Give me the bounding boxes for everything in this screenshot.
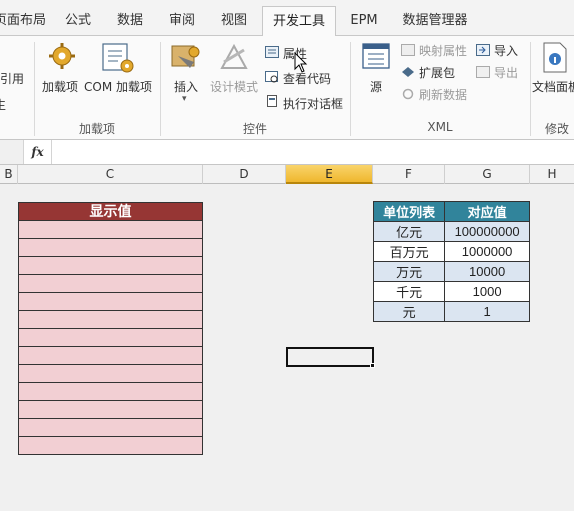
table-row: 元 1 [372, 301, 530, 322]
active-cell-selection[interactable] [286, 347, 374, 367]
col-header-c[interactable]: C [18, 165, 203, 184]
ribbon-panel: 引用 生 加载项 COM 加载项 加载项 插入 ▾ 设计模式 属性 查看代码 执… [0, 36, 574, 140]
xml-source-icon [362, 43, 390, 69]
display-value-cell[interactable] [18, 221, 203, 239]
import-icon [476, 44, 490, 56]
expansion-pack-icon [402, 67, 414, 77]
insert-controls-icon [171, 45, 200, 68]
display-value-cell[interactable] [18, 329, 203, 347]
ribbon-cut-text-1[interactable]: 引用 [0, 70, 24, 87]
group-label-addins: 加载项 [78, 122, 115, 136]
value-header[interactable]: 对应值 [444, 201, 530, 222]
refresh-data-icon [402, 88, 414, 100]
design-mode-icon [220, 43, 248, 69]
display-value-cell[interactable] [18, 437, 203, 455]
display-value-cell[interactable] [18, 257, 203, 275]
com-label: COM [84, 80, 113, 94]
export-button[interactable]: 导出 [494, 64, 518, 81]
tab-epm[interactable]: EPM [344, 6, 384, 36]
tab-review[interactable]: 审阅 [164, 6, 200, 36]
ribbon-cut-text-2: 生 [0, 98, 7, 112]
display-value-header[interactable]: 显示值 [18, 202, 203, 221]
display-value-cell[interactable] [18, 401, 203, 419]
tab-formulas[interactable]: 公式 [60, 6, 96, 36]
group-label-controls: 控件 [242, 122, 267, 136]
display-value-cell[interactable] [18, 419, 203, 437]
xml-source-button[interactable]: 源 [370, 78, 382, 95]
col-header-b[interactable]: B [0, 165, 18, 184]
document-panel-icon [543, 42, 567, 73]
column-header-row: B C D E F G H [0, 165, 574, 184]
display-value-cell[interactable] [18, 275, 203, 293]
mouse-cursor-icon [294, 52, 308, 73]
name-box-stub[interactable] [0, 140, 24, 164]
unit-list-header[interactable]: 单位列表 [372, 201, 446, 222]
tab-data[interactable]: 数据 [112, 6, 148, 36]
properties-icon [265, 46, 279, 58]
value-cell[interactable]: 10000 [444, 261, 530, 282]
addin-gear-icon [49, 43, 75, 69]
display-value-cell[interactable] [18, 365, 203, 383]
table-row: 千元 1000 [372, 281, 530, 302]
col-header-h[interactable]: H [530, 165, 574, 184]
col-header-d[interactable]: D [203, 165, 286, 184]
unit-list-table: 单位列表 对应值 亿元 100000000 百万元 1000000 万元 100… [372, 201, 530, 322]
insert-button[interactable]: 插入 [174, 78, 198, 95]
group-label-modify: 修改 [544, 122, 569, 136]
view-code-icon [265, 71, 278, 83]
col-header-g[interactable]: G [445, 165, 530, 184]
worksheet-grid[interactable]: 显示值 单位列表 对应值 亿元 100000000 百万元 1000000 万元… [0, 184, 574, 511]
group-label-xml: XML [427, 120, 453, 134]
unit-table-header-row: 单位列表 对应值 [372, 201, 530, 222]
document-panel-button[interactable]: 文档面板 [532, 78, 574, 95]
com-addins-label: 加载项 [116, 80, 153, 94]
ribbon-tab-bar: 页面布局 公式 数据 审阅 视图 开发工具 EPM 数据管理器 [0, 0, 574, 37]
tab-data-manager[interactable]: 数据管理器 [398, 6, 472, 36]
map-properties-icon [401, 44, 415, 56]
run-dialog-icon [267, 95, 277, 107]
design-mode-button[interactable]: 设计模式 [210, 78, 258, 95]
display-value-table: 显示值 [18, 202, 203, 455]
col-header-f[interactable]: F [373, 165, 445, 184]
insert-dropdown-icon[interactable]: ▾ [182, 94, 187, 104]
display-value-cell[interactable] [18, 383, 203, 401]
value-cell[interactable]: 1 [444, 301, 530, 322]
insert-function-icon[interactable]: fx [24, 140, 52, 164]
display-value-cell[interactable] [18, 239, 203, 257]
tab-view[interactable]: 视图 [216, 6, 252, 36]
value-cell[interactable]: 1000 [444, 281, 530, 302]
addins-button[interactable]: 加载项 [42, 78, 78, 95]
map-properties-button[interactable]: 映射属性 [419, 42, 467, 59]
com-addin-icon [102, 43, 134, 73]
fill-handle[interactable] [370, 363, 375, 368]
expansion-pack-button[interactable]: 扩展包 [419, 64, 455, 81]
table-row: 亿元 100000000 [372, 221, 530, 242]
display-value-cell[interactable] [18, 293, 203, 311]
unit-cell[interactable]: 元 [372, 301, 446, 322]
run-dialog-button[interactable]: 执行对话框 [283, 95, 343, 112]
table-row: 万元 10000 [372, 261, 530, 282]
refresh-data-button[interactable]: 刷新数据 [419, 86, 467, 103]
value-cell[interactable]: 100000000 [444, 221, 530, 242]
tab-page-layout[interactable]: 页面布局 [0, 6, 46, 36]
value-cell[interactable]: 1000000 [444, 241, 530, 262]
display-value-cell[interactable] [18, 311, 203, 329]
unit-cell[interactable]: 亿元 [372, 221, 446, 242]
formula-input[interactable] [52, 140, 574, 164]
col-header-e[interactable]: E [286, 165, 373, 184]
unit-cell[interactable]: 百万元 [372, 241, 446, 262]
unit-cell[interactable]: 万元 [372, 261, 446, 282]
display-value-cell[interactable] [18, 347, 203, 365]
formula-bar: fx [0, 140, 574, 165]
tab-developer[interactable]: 开发工具 [262, 6, 336, 37]
table-row: 百万元 1000000 [372, 241, 530, 262]
export-icon [476, 66, 490, 78]
com-addins-button[interactable]: COM 加载项 [84, 78, 152, 95]
import-button[interactable]: 导入 [494, 42, 518, 59]
unit-cell[interactable]: 千元 [372, 281, 446, 302]
